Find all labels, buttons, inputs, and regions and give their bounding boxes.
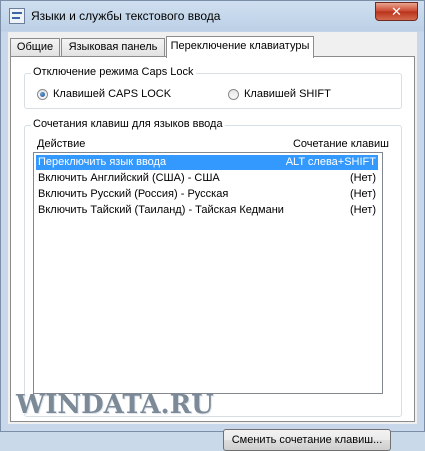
- row-action: Включить Тайский (Таиланд) - Тайская Кед…: [38, 204, 284, 216]
- row-shortcut: ALT слева+SHIFT: [285, 156, 376, 168]
- tab-panel-keyboard-switching: Отключение режима Caps Lock Клавишей CAP…: [10, 56, 415, 451]
- tab-keyboard-switching[interactable]: Переключение клавиатуры: [166, 36, 314, 58]
- column-header-action: Действие: [37, 138, 86, 150]
- close-button[interactable]: ✕: [375, 2, 418, 21]
- caps-lock-group: Отключение режима Caps Lock Клавишей CAP…: [24, 66, 402, 109]
- radio-caps-lock-label: Клавишей CAPS LOCK: [53, 88, 172, 100]
- table-row[interactable]: Включить Русский (Россия) - Русская (Нет…: [36, 187, 378, 202]
- radio-shift-key[interactable]: Клавишей SHIFT: [228, 88, 331, 100]
- row-shortcut: (Нет): [349, 172, 376, 184]
- radio-unselected-icon: [228, 88, 239, 100]
- radio-caps-lock-key[interactable]: Клавишей CAPS LOCK: [37, 88, 171, 100]
- hotkeys-group: Сочетания клавиш для языков ввода Действ…: [24, 118, 402, 417]
- row-action: Переключить язык ввода: [38, 156, 167, 168]
- radio-selected-icon: [37, 88, 48, 100]
- table-row[interactable]: Включить Тайский (Таиланд) - Тайская Кед…: [36, 203, 378, 218]
- title-bar[interactable]: Языки и службы текстового ввода ✕: [1, 1, 424, 31]
- row-shortcut: (Нет): [349, 204, 376, 216]
- change-shortcut-button[interactable]: Сменить сочетание клавиш...: [223, 429, 391, 451]
- column-header-shortcut: Сочетание клавиш: [292, 138, 389, 150]
- watermark: WINDATA.RU: [16, 390, 214, 420]
- hotkeys-list[interactable]: Переключить язык ввода ALT слева+SHIFT В…: [33, 152, 383, 394]
- tab-language-bar[interactable]: Языковая панель: [61, 38, 165, 57]
- row-shortcut: (Нет): [349, 188, 376, 200]
- table-row[interactable]: Включить Английский (США) - США (Нет): [36, 171, 378, 186]
- window-title: Языки и службы текстового ввода: [31, 9, 221, 23]
- dialog-window: Языки и службы текстового ввода ✕ Общие …: [0, 0, 425, 451]
- keyboard-app-icon: [9, 8, 25, 24]
- radio-shift-label: Клавишей SHIFT: [244, 88, 331, 100]
- dialog-client-area: Общие Языковая панель Переключение клави…: [8, 32, 417, 451]
- tab-general[interactable]: Общие: [10, 38, 60, 57]
- row-action: Включить Английский (США) - США: [38, 172, 220, 184]
- hotkeys-group-title: Сочетания клавиш для языков ввода: [31, 118, 225, 130]
- table-row[interactable]: Переключить язык ввода ALT слева+SHIFT: [36, 155, 378, 170]
- caps-lock-group-title: Отключение режима Caps Lock: [31, 66, 196, 78]
- row-action: Включить Русский (Россия) - Русская: [38, 188, 229, 200]
